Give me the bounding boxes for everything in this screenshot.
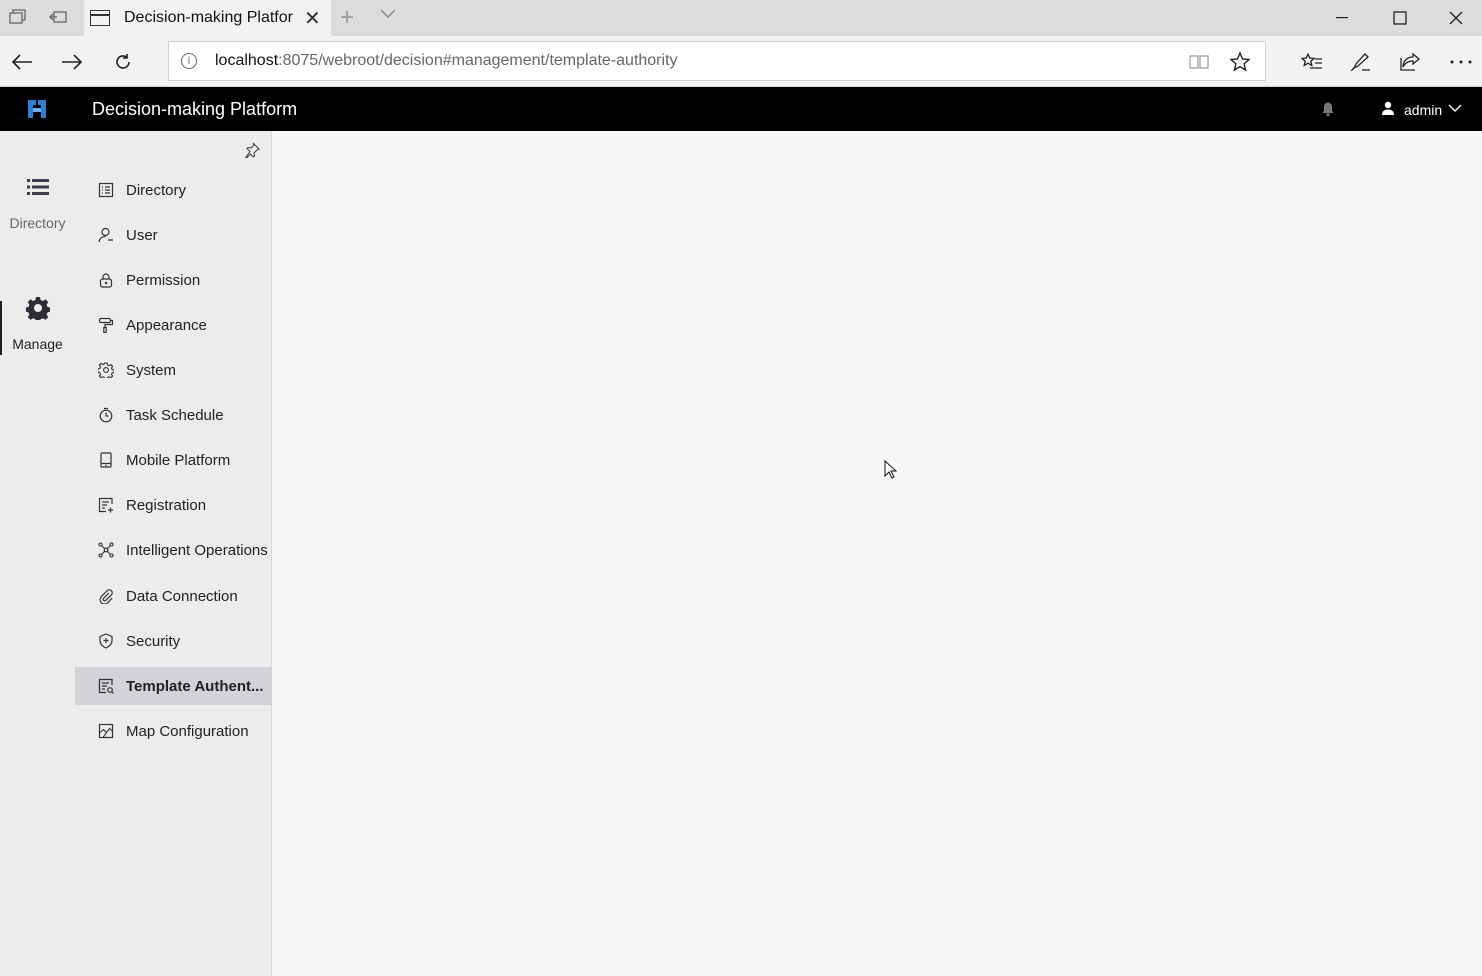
menu-label: Appearance <box>126 316 207 334</box>
app-title: Decision-making Platform <box>92 99 298 119</box>
pin-icon[interactable] <box>244 142 260 158</box>
menu-item-task-schedule[interactable]: Task Schedule <box>75 396 272 434</box>
chevron-down-icon[interactable] <box>1448 102 1462 114</box>
mouse-cursor-icon <box>884 460 898 479</box>
tab-actions-icon[interactable] <box>6 6 30 28</box>
main-content-area <box>273 131 1482 976</box>
menu-label: System <box>126 361 177 379</box>
browser-address-bar: i localhost:8075/webroot/decision#manage… <box>0 36 1482 87</box>
menu-label: Mobile Platform <box>126 451 231 469</box>
back-icon[interactable] <box>8 48 36 76</box>
menu-item-intelligent-operations[interactable]: Intelligent Operations <box>75 531 272 569</box>
menu-item-mobile-platform[interactable]: Mobile Platform <box>75 441 272 479</box>
menu-item-registration[interactable]: Registration <box>75 486 272 524</box>
user-avatar-icon[interactable] <box>1381 101 1395 115</box>
site-info-icon[interactable]: i <box>181 53 197 69</box>
browser-tab[interactable]: Decision-making Platform ✕ <box>84 0 331 36</box>
menu-label: Intelligent Operations <box>126 541 268 559</box>
rail-item-directory[interactable]: Directory <box>0 159 75 249</box>
browser-tab-bar: Decision-making Platform ✕ + <box>0 0 1482 36</box>
set-aside-tabs-icon[interactable] <box>46 6 70 28</box>
menu-label: Registration <box>126 496 207 514</box>
reading-view-icon[interactable] <box>1187 50 1211 74</box>
list-icon <box>26 173 49 201</box>
shield-icon <box>97 632 115 650</box>
menu-label: Security <box>126 632 181 650</box>
app-header: Decision-making Platform admin <box>0 87 1482 131</box>
share-icon[interactable] <box>1396 48 1424 76</box>
rail-label-directory: Directory <box>9 215 66 231</box>
platform-logo[interactable] <box>25 97 49 121</box>
favorite-star-icon[interactable] <box>1228 50 1252 74</box>
user-icon <box>97 226 115 244</box>
menu-label: Template Authent... <box>126 677 264 695</box>
network-icon <box>97 541 115 559</box>
menu-item-appearance[interactable]: Appearance <box>75 306 272 344</box>
gear-icon <box>25 294 50 322</box>
forward-icon[interactable] <box>58 48 86 76</box>
menu-item-permission[interactable]: Permission <box>75 261 272 299</box>
notification-bell-icon[interactable] <box>1320 101 1336 117</box>
close-tab-icon[interactable]: ✕ <box>304 6 321 31</box>
menu-label: Data Connection <box>126 587 238 605</box>
menu-item-system[interactable]: System <box>75 351 272 389</box>
maximize-icon[interactable] <box>1372 0 1428 36</box>
minimize-icon[interactable] <box>1314 0 1370 36</box>
user-name[interactable]: admin <box>1404 102 1442 118</box>
registration-icon <box>97 496 115 514</box>
module-rail: Directory Manage <box>0 131 75 976</box>
tab-title: Decision-making Platform <box>124 9 294 26</box>
rail-label-manage: Manage <box>12 336 63 352</box>
rail-item-manage[interactable]: Manage <box>0 280 75 370</box>
url-field[interactable]: i localhost:8075/webroot/decision#manage… <box>168 41 1266 81</box>
mobile-icon <box>97 451 115 469</box>
page-icon <box>90 10 110 26</box>
map-icon <box>97 722 115 740</box>
menu-item-user[interactable]: User <box>75 216 272 254</box>
template-icon <box>97 677 115 695</box>
lock-icon <box>97 271 115 289</box>
menu-item-directory[interactable]: Directory <box>75 171 272 209</box>
menu-item-map-configuration[interactable]: Map Configuration <box>75 712 272 750</box>
favorites-list-icon[interactable] <box>1298 48 1326 76</box>
paint-roller-icon <box>97 316 115 334</box>
menu-label: Task Schedule <box>126 406 224 424</box>
url-text: localhost:8075/webroot/decision#manageme… <box>215 52 678 69</box>
more-options-icon[interactable] <box>1447 48 1475 76</box>
timer-icon <box>97 406 115 424</box>
menu-item-security[interactable]: Security <box>75 622 272 660</box>
menu-label: User <box>126 226 158 244</box>
rail-active-indicator <box>0 301 2 355</box>
close-window-icon[interactable] <box>1428 0 1482 36</box>
pen-icon[interactable] <box>1347 48 1375 76</box>
new-tab-icon[interactable]: + <box>340 4 354 32</box>
management-menu: Directory User Permission Appearance Sys… <box>75 131 272 976</box>
tab-preview-chevron-icon[interactable] <box>380 6 396 24</box>
directory-icon <box>97 181 115 199</box>
menu-item-template-authentication[interactable]: Template Authent... <box>75 667 272 705</box>
gear-icon <box>97 361 115 379</box>
menu-label: Permission <box>126 271 201 289</box>
menu-label: Map Configuration <box>126 722 249 740</box>
paperclip-icon <box>97 587 115 605</box>
refresh-icon[interactable] <box>109 48 137 76</box>
menu-item-data-connection[interactable]: Data Connection <box>75 577 272 615</box>
menu-label: Directory <box>126 181 187 199</box>
